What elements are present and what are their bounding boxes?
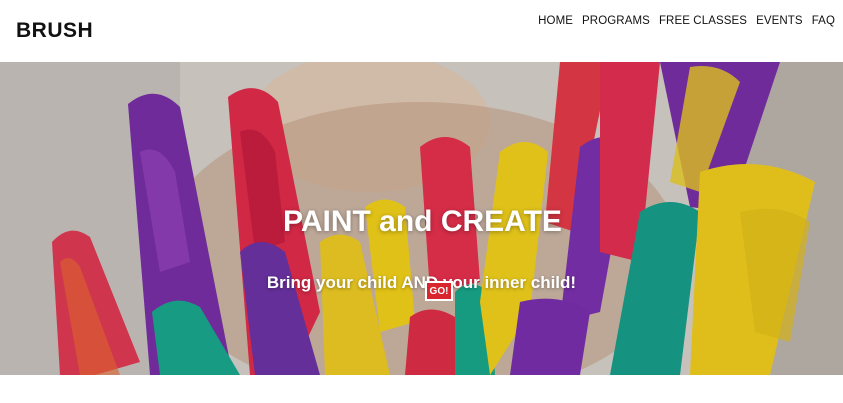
nav-item-programs[interactable]: PROGRAMS (582, 15, 650, 27)
nav-item-faq[interactable]: FAQ (812, 15, 835, 27)
hero-banner: PAINT and CREATE Bring your child AND yo… (0, 62, 843, 375)
brand-logo[interactable]: BRUSH (16, 19, 93, 43)
navbar: BRUSH HOME PROGRAMS FREE CLASSES EVENTS … (0, 0, 843, 62)
go-button[interactable]: GO! (425, 281, 453, 301)
nav-item-free-classes[interactable]: FREE CLASSES (659, 15, 747, 27)
hero-subtitle: Bring your child AND your inner child! (266, 273, 577, 292)
nav-links: HOME PROGRAMS FREE CLASSES EVENTS FAQ (538, 15, 835, 27)
nav-item-events[interactable]: EVENTS (756, 15, 803, 27)
page-bottom-strip (0, 375, 843, 403)
hero-title: PAINT and CREATE (283, 205, 562, 238)
nav-item-home[interactable]: HOME (538, 15, 573, 27)
